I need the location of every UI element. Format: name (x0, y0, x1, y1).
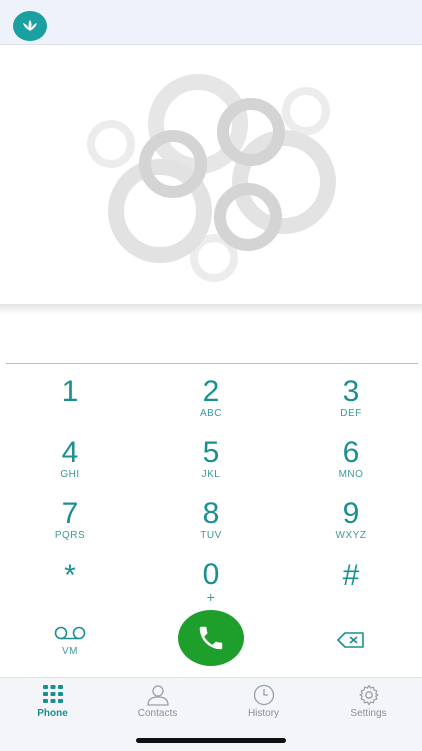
tab-history[interactable]: History (211, 678, 316, 728)
key-7[interactable]: 7 PQRS (0, 498, 140, 556)
key-letters: ABC (199, 408, 223, 419)
key-2[interactable]: 2 ABC (141, 376, 281, 434)
backspace-button[interactable] (281, 628, 421, 668)
clock-icon (211, 684, 316, 706)
key-1[interactable]: 1 (0, 376, 140, 434)
home-indicator (136, 738, 286, 743)
key-letters: JKL (201, 469, 221, 480)
key-letters: GHI (60, 469, 80, 480)
phone-icon (199, 626, 223, 650)
number-display[interactable] (0, 314, 422, 362)
key-digit: 6 (342, 436, 360, 469)
key-letters: DEF (340, 408, 362, 419)
tab-label: Phone (37, 708, 68, 719)
key-letters: PQRS (54, 530, 86, 541)
key-letters: WXYZ (335, 530, 367, 541)
tab-label: Settings (350, 708, 387, 719)
keypad-grid-icon (0, 684, 105, 706)
key-letters: MNO (338, 469, 364, 480)
tab-label: Contacts (137, 708, 178, 719)
key-5[interactable]: 5 JKL (141, 437, 281, 495)
key-digit: 1 (61, 375, 79, 408)
key-0[interactable]: 0 + (141, 559, 281, 617)
key-digit: 0 (202, 558, 220, 591)
person-icon (105, 684, 210, 706)
key-6[interactable]: 6 MNO (281, 437, 421, 495)
key-letters: + (206, 589, 216, 605)
tab-contacts[interactable]: Contacts (105, 678, 210, 728)
key-digit: 4 (61, 436, 79, 469)
key-9[interactable]: 9 WXYZ (281, 498, 421, 556)
call-button[interactable] (178, 610, 244, 666)
key-8[interactable]: 8 TUV (141, 498, 281, 556)
voicemail-button[interactable]: VM (0, 626, 140, 670)
key-digit: 5 (202, 436, 220, 469)
lotus-icon[interactable] (13, 11, 47, 41)
key-digit: 9 (342, 497, 360, 530)
key-digit: 3 (342, 375, 360, 408)
hero-shadow (0, 304, 422, 314)
key-digit: 7 (61, 497, 79, 530)
gear-icon (316, 684, 421, 706)
tab-settings[interactable]: Settings (316, 678, 421, 728)
voicemail-label: VM (62, 646, 78, 657)
top-bar (0, 0, 422, 45)
key-digit: * (64, 559, 76, 592)
key-digit: # (342, 559, 360, 592)
divider (6, 363, 418, 364)
tab-phone[interactable]: Phone (0, 678, 105, 728)
key-letters: TUV (200, 530, 222, 541)
key-digit: 2 (202, 375, 220, 408)
key-3[interactable]: 3 DEF (281, 376, 421, 434)
voicemail-icon (0, 626, 140, 646)
decorative-rings-illustration (0, 46, 422, 304)
tab-label: History (247, 708, 280, 719)
key-digit: 8 (202, 497, 220, 530)
backspace-icon (281, 628, 421, 653)
key-hash[interactable]: # (281, 560, 421, 618)
key-star[interactable]: * (0, 560, 140, 618)
key-4[interactable]: 4 GHI (0, 437, 140, 495)
